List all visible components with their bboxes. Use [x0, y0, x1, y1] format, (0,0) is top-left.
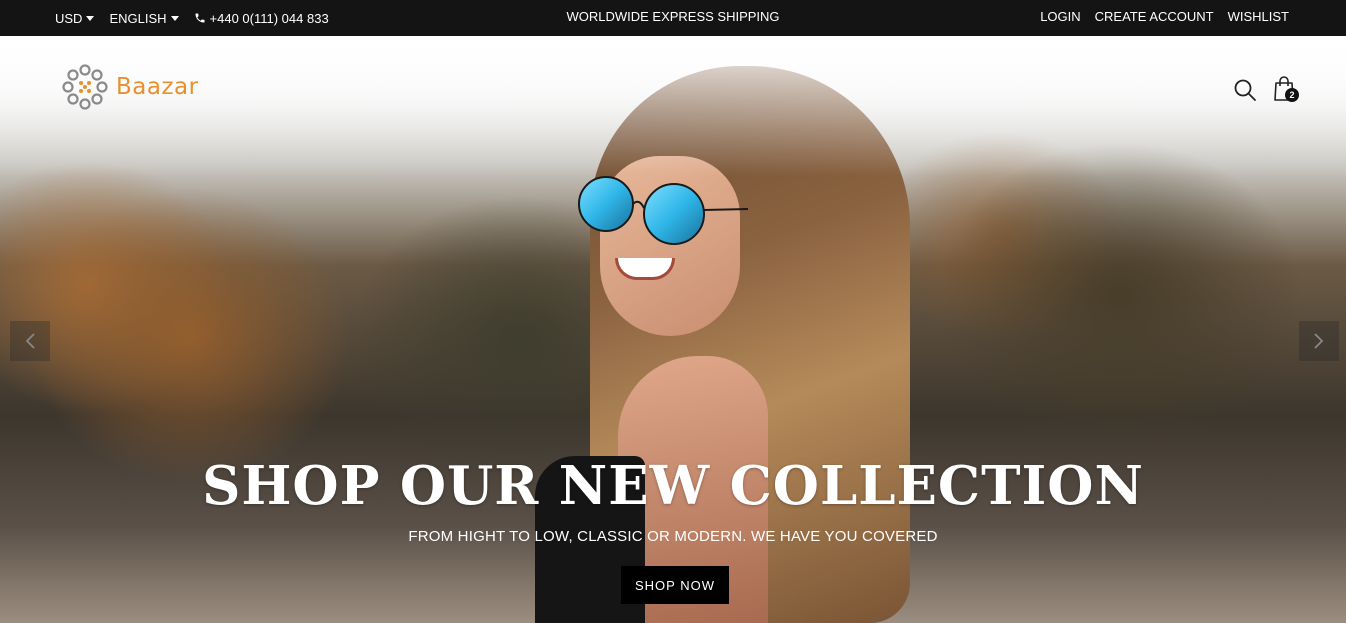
- language-dropdown[interactable]: ENGLISH: [109, 10, 179, 26]
- phone-number: +440 0(111) 044 833: [209, 10, 329, 26]
- chevron-right-icon: [1314, 333, 1324, 349]
- top-bar-left: USD ENGLISH +440 0(111) 044 833: [55, 0, 329, 36]
- search-icon[interactable]: [1233, 78, 1257, 102]
- cart-count-badge: 2: [1285, 88, 1299, 102]
- caret-down-icon: [170, 15, 179, 21]
- chevron-left-icon: [25, 333, 35, 349]
- hero-title: SHOP OUR NEW COLLECTION: [202, 455, 1144, 517]
- slider-next-button[interactable]: [1299, 321, 1339, 361]
- language-label: ENGLISH: [109, 10, 167, 26]
- logo-text: Baazar: [116, 74, 199, 100]
- logo-mark-icon: [62, 64, 108, 110]
- caret-down-icon: [86, 15, 95, 21]
- site-logo[interactable]: Baazar: [62, 64, 199, 110]
- currency-label: USD: [55, 10, 83, 26]
- phone-icon: [195, 13, 205, 23]
- hero-subtitle: FROM HIGHT TO LOW, CLASSIC OR MODERN. WE…: [408, 528, 938, 545]
- slider-prev-button[interactable]: [10, 321, 50, 361]
- shop-now-button[interactable]: SHOP NOW: [621, 566, 729, 604]
- wishlist-link[interactable]: WISHLIST: [1228, 9, 1289, 24]
- top-bar-right: LOGIN CREATE ACCOUNT WISHLIST: [1040, 0, 1289, 32]
- login-link[interactable]: LOGIN: [1040, 9, 1080, 24]
- currency-dropdown[interactable]: USD: [55, 10, 95, 26]
- create-account-link[interactable]: CREATE ACCOUNT: [1095, 9, 1214, 24]
- phone-contact: +440 0(111) 044 833: [194, 11, 329, 26]
- sunglasses-image: [578, 176, 749, 245]
- shipping-notice: WORLDWIDE EXPRESS SHIPPING: [566, 8, 780, 24]
- top-bar: USD ENGLISH +440 0(111) 044 833 WORLDWID…: [0, 0, 1346, 36]
- hero-top-fade: [0, 36, 1346, 176]
